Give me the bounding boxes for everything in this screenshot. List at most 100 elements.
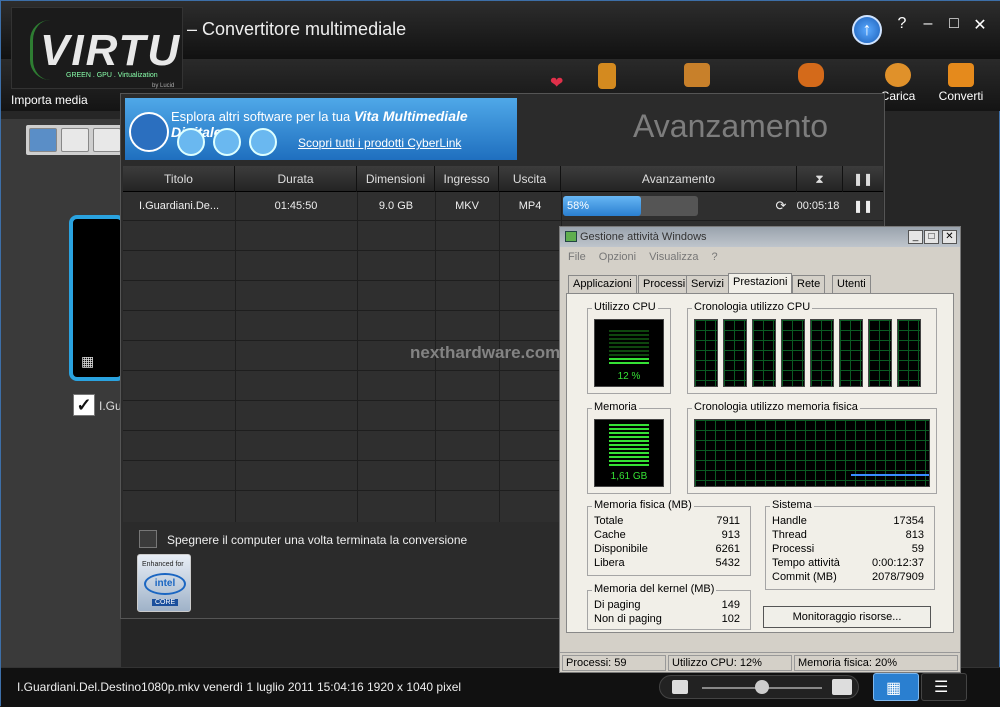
convert-arrows-icon: [948, 63, 974, 87]
minimize-button[interactable]: –: [917, 15, 939, 33]
import-media-button[interactable]: Importa media: [11, 93, 88, 107]
grid-view-button[interactable]: ▦: [873, 673, 919, 701]
tm-menu-help[interactable]: ?: [712, 251, 718, 263]
maximize-button[interactable]: □: [943, 15, 965, 33]
memory-label: Memoria: [592, 401, 639, 413]
view-mode-group: [26, 125, 126, 155]
tab-performance[interactable]: Prestazioni: [728, 273, 793, 294]
cpu-history-label: Cronologia utilizzo CPU: [692, 301, 813, 313]
photo-filter-icon[interactable]: [93, 128, 121, 152]
logo-by: by Lucid: [152, 83, 175, 89]
tm-status-bar: Processi: 59 Utilizzo CPU: 12% Memoria f…: [560, 652, 960, 672]
row-output: MP4: [518, 200, 542, 212]
cyberlink-banner[interactable]: Esplora altri software per la tua Vita M…: [125, 98, 517, 160]
col-progress[interactable]: Avanzamento: [561, 166, 797, 192]
cpu-usage-value: 12 %: [617, 371, 641, 382]
tm-menu-view[interactable]: Visualizza: [649, 251, 698, 263]
cpu-core-graph: [723, 319, 747, 387]
intel-badge: Enhanced for intel CORE: [137, 554, 191, 612]
physical-memory-label: Memoria fisica (MB): [592, 499, 694, 511]
memory-meter: 1,61 GB: [594, 419, 664, 487]
camera-icon[interactable]: [213, 128, 241, 156]
update-icon[interactable]: ↑: [852, 15, 882, 45]
system-label: Sistema: [770, 499, 814, 511]
refresh-icon[interactable]: ⟳: [771, 194, 791, 218]
media-select-checkbox[interactable]: ✓: [73, 394, 95, 416]
tm-maximize-button[interactable]: □: [924, 230, 939, 244]
kernel-memory-row: Di paging 149: [594, 599, 740, 611]
tm-title: Gestione attività Windows: [580, 231, 707, 243]
tm-menu-bar: File Opzioni Visualizza ?: [568, 251, 728, 263]
help-button[interactable]: ?: [891, 15, 913, 33]
clapperboard-icon: [129, 112, 169, 152]
row-input: MKV: [455, 200, 479, 212]
zoom-out-icon[interactable]: [672, 680, 688, 694]
system-row: Tempo attività 0:00:12:37: [772, 557, 924, 569]
disc-icon[interactable]: [177, 128, 205, 156]
physical-memory-row: Disponibile 6261: [594, 543, 740, 555]
kernel-memory-row: Non di paging 102: [594, 613, 740, 625]
grid-icon: ▦: [886, 680, 902, 697]
cpu-usage-label: Utilizzo CPU: [592, 301, 658, 313]
file-info: I.Guardiani.Del.Destino1080p.mkv venerdì…: [17, 680, 462, 694]
media-thumbnail[interactable]: ▦: [69, 215, 125, 381]
tm-close-button[interactable]: ✕: [942, 230, 957, 244]
heart-icon[interactable]: ❤: [550, 73, 563, 93]
logo-tagline: GREEN . GPU . Virtualization: [66, 72, 158, 79]
list-icon: ☰: [934, 679, 949, 696]
cyberlink-link[interactable]: Scopri tutti i prodotti CyberLink: [298, 136, 461, 150]
hourglass-icon: ⧗: [797, 166, 843, 192]
tab-users[interactable]: Utenti: [832, 275, 871, 293]
tab-services[interactable]: Servizi: [686, 275, 730, 293]
shutdown-label: Spegnere il computer una volta terminata…: [167, 533, 468, 547]
resource-monitor-button[interactable]: Monitoraggio risorse...: [763, 606, 931, 628]
row-title: I.Guardiani.De...: [139, 200, 220, 212]
system-group: Sistema Handle 17354 Thread 813 Processi 59…: [765, 499, 935, 590]
virtu-logo: VIRTU GREEN . GPU . Virtualization by Lu…: [11, 7, 183, 89]
tab-network[interactable]: Rete: [792, 275, 826, 293]
video-filter-icon[interactable]: [61, 128, 89, 152]
col-output[interactable]: Uscita: [499, 166, 561, 192]
col-size[interactable]: Dimensioni: [357, 166, 435, 192]
dialog-title: Avanzamento: [633, 108, 829, 144]
intel-badge-top: Enhanced for: [142, 561, 184, 568]
physical-memory-row: Totale 7911: [594, 515, 740, 527]
physical-memory-row: Libera 5432: [594, 557, 740, 569]
kernel-memory-label: Memoria del kernel (MB): [592, 583, 717, 595]
convert-button[interactable]: Converti: [935, 59, 987, 111]
media-library-pane: [1, 119, 121, 667]
tm-status-processes: Processi: 59: [562, 655, 666, 671]
upload-label: Carica: [880, 89, 916, 103]
cpu-core-graph: [810, 319, 834, 387]
intel-badge-bottom: CORE: [152, 599, 179, 606]
col-input[interactable]: Ingresso: [435, 166, 499, 192]
memory-history-label: Cronologia utilizzo memoria fisica: [692, 401, 860, 413]
col-duration[interactable]: Durata: [235, 166, 357, 192]
cpu-core-graph: [781, 319, 805, 387]
tm-menu-options[interactable]: Opzioni: [599, 251, 636, 263]
tm-title-bar: Gestione attività Windows _ □ ✕: [560, 227, 960, 247]
watermark: nexthardware.com: [410, 343, 561, 362]
list-view-button[interactable]: ☰: [921, 673, 967, 701]
close-button[interactable]: ✕: [969, 15, 991, 35]
tab-processes[interactable]: Processi: [638, 275, 691, 293]
tm-minimize-button[interactable]: _: [908, 230, 923, 244]
col-title[interactable]: Titolo: [123, 166, 235, 192]
film-icon: ▦: [81, 353, 95, 369]
zoom-in-icon[interactable]: [832, 679, 852, 695]
tm-status-memory: Memoria fisica: 20%: [794, 655, 958, 671]
all-media-icon[interactable]: [29, 128, 57, 152]
shutdown-checkbox[interactable]: [139, 530, 157, 548]
progress-bar: 58%: [563, 196, 698, 216]
zoom-control: [659, 675, 859, 699]
zoom-slider-handle[interactable]: [755, 680, 769, 694]
cpu-history-group: Cronologia utilizzo CPU: [687, 301, 937, 394]
memory-group: Memoria 1,61 GB: [587, 401, 671, 494]
music-icon[interactable]: [249, 128, 277, 156]
pause-all-button[interactable]: ❚❚: [843, 166, 883, 192]
memory-history-graph: [694, 419, 930, 487]
physical-memory-row: Cache 913: [594, 529, 740, 541]
row-pause-button[interactable]: ❚❚: [843, 194, 883, 218]
tab-applications[interactable]: Applicazioni: [568, 275, 637, 293]
tm-menu-file[interactable]: File: [568, 251, 586, 263]
